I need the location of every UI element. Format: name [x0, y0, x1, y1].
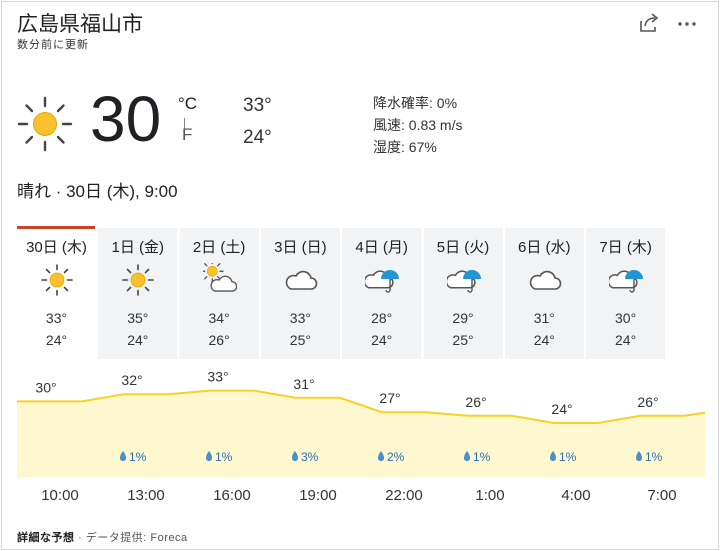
cloud-umbrella-icon: [609, 270, 644, 293]
day-label: 30日 (木): [26, 239, 87, 256]
location-title: 広島県福山市: [17, 13, 143, 36]
precipitation-text: 降水確率: 0%: [373, 95, 458, 111]
day-high: 31°: [533, 310, 555, 326]
cloud-umbrella-icon: [446, 270, 481, 293]
temperature-label: 27°: [379, 390, 400, 406]
day-high: 30°: [615, 310, 637, 326]
precip-label: 2%: [387, 450, 405, 464]
temperature-label: 26°: [465, 394, 486, 410]
data-source-text: · データ提供: Foreca: [78, 532, 188, 544]
day-tab[interactable]: 1日 (金) 35° 24°: [98, 228, 178, 359]
cloud-umbrella-icon: [365, 270, 400, 293]
precip-label: 1%: [215, 450, 233, 464]
day-low: 24°: [533, 332, 555, 348]
day-tab[interactable]: 2日 (土) 34° 26°: [179, 228, 259, 359]
updated-text: 数分前に更新: [17, 39, 89, 51]
temperature-label: 31°: [293, 376, 314, 392]
day-label: 2日 (土): [192, 239, 246, 256]
time-tick-label: 13:00: [127, 487, 165, 504]
day-tab[interactable]: 3日 (日) 33° 25°: [260, 228, 340, 359]
temperature-area: [17, 390, 705, 477]
precip-label: 1%: [473, 450, 491, 464]
celsius-toggle[interactable]: °C: [178, 94, 197, 114]
fahrenheit-toggle[interactable]: F: [182, 125, 192, 145]
weather-details: 降水確率: 0% 風速: 0.83 m/s 湿度: 67%: [373, 92, 462, 158]
day-low: 25°: [452, 332, 474, 348]
day-label: 5日 (火): [436, 239, 490, 256]
partly-cloudy-icon: [202, 263, 237, 292]
day-high: 28°: [371, 310, 393, 326]
today-high: 33°: [243, 95, 272, 116]
day-label: 1日 (金): [111, 239, 165, 256]
today-low: 24°: [243, 127, 272, 148]
day-low: 24°: [615, 332, 637, 348]
day-tab[interactable]: 30日 (木) 33° 24°: [17, 228, 96, 359]
day-tab[interactable]: 7日 (木) 30° 24°: [586, 228, 666, 359]
day-tab[interactable]: 6日 (水) 31° 24°: [504, 228, 584, 359]
day-label: 7日 (木): [599, 239, 652, 256]
precip-label: 1%: [129, 450, 147, 464]
time-tick-label: 1:00: [475, 487, 505, 504]
day-label: 3日 (日): [274, 239, 327, 256]
condition-line: 晴れ · 30日 (木), 9:00: [17, 182, 178, 201]
humidity-text: 湿度: 67%: [373, 139, 437, 155]
hourly-chart: 30°1%32°1%33°3%31°2%27°1%26°1%24°1%26°3%: [17, 369, 705, 477]
day-low: 24°: [127, 332, 149, 348]
day-low: 24°: [371, 332, 393, 348]
day-high: 33°: [289, 310, 311, 326]
precip-label: 1%: [559, 450, 577, 464]
day-low: 25°: [289, 332, 311, 348]
time-tick-label: 22:00: [385, 487, 423, 504]
day-high: 33°: [45, 310, 68, 326]
cloudy-icon: [285, 270, 318, 290]
temperature-label: 33°: [207, 369, 228, 385]
temperature-label: 24°: [551, 401, 572, 417]
time-tick-label: 4:00: [561, 487, 591, 504]
day-low: 24°: [45, 332, 68, 348]
more-options-icon[interactable]: [675, 12, 699, 34]
temperature-label: 32°: [121, 372, 142, 388]
time-tick-label: 7:00: [647, 487, 677, 504]
active-day-indicator: [17, 226, 95, 229]
precip-label: 3%: [301, 450, 319, 464]
sunny-icon: [17, 96, 73, 152]
share-icon[interactable]: [637, 12, 661, 34]
day-tab[interactable]: 4日 (月) 28° 24°: [342, 228, 422, 359]
day-label: 6日 (水): [518, 239, 571, 256]
time-tick-label: 19:00: [299, 487, 337, 504]
day-label: 4日 (月): [355, 239, 408, 256]
time-tick-label: 10:00: [41, 487, 79, 504]
day-high: 34°: [208, 310, 230, 326]
sunny-icon: [41, 264, 73, 296]
temperature-label: 26°: [637, 394, 658, 410]
sunny-icon: [122, 264, 155, 296]
day-low: 26°: [208, 332, 230, 348]
day-high: 35°: [127, 310, 149, 326]
precip-label: 1%: [645, 450, 663, 464]
day-tab[interactable]: 5日 (火) 29° 25°: [423, 228, 503, 359]
detailed-forecast-link[interactable]: 詳細な予想: [17, 532, 75, 544]
wind-text: 風速: 0.83 m/s: [373, 117, 463, 133]
day-high: 29°: [452, 310, 474, 326]
footer: 詳細な予想 · データ提供: Foreca: [17, 529, 188, 545]
temperature-label: 30°: [35, 379, 56, 395]
time-tick-label: 16:00: [213, 487, 251, 504]
current-temperature: 30: [90, 83, 162, 155]
cloudy-icon: [529, 270, 562, 290]
